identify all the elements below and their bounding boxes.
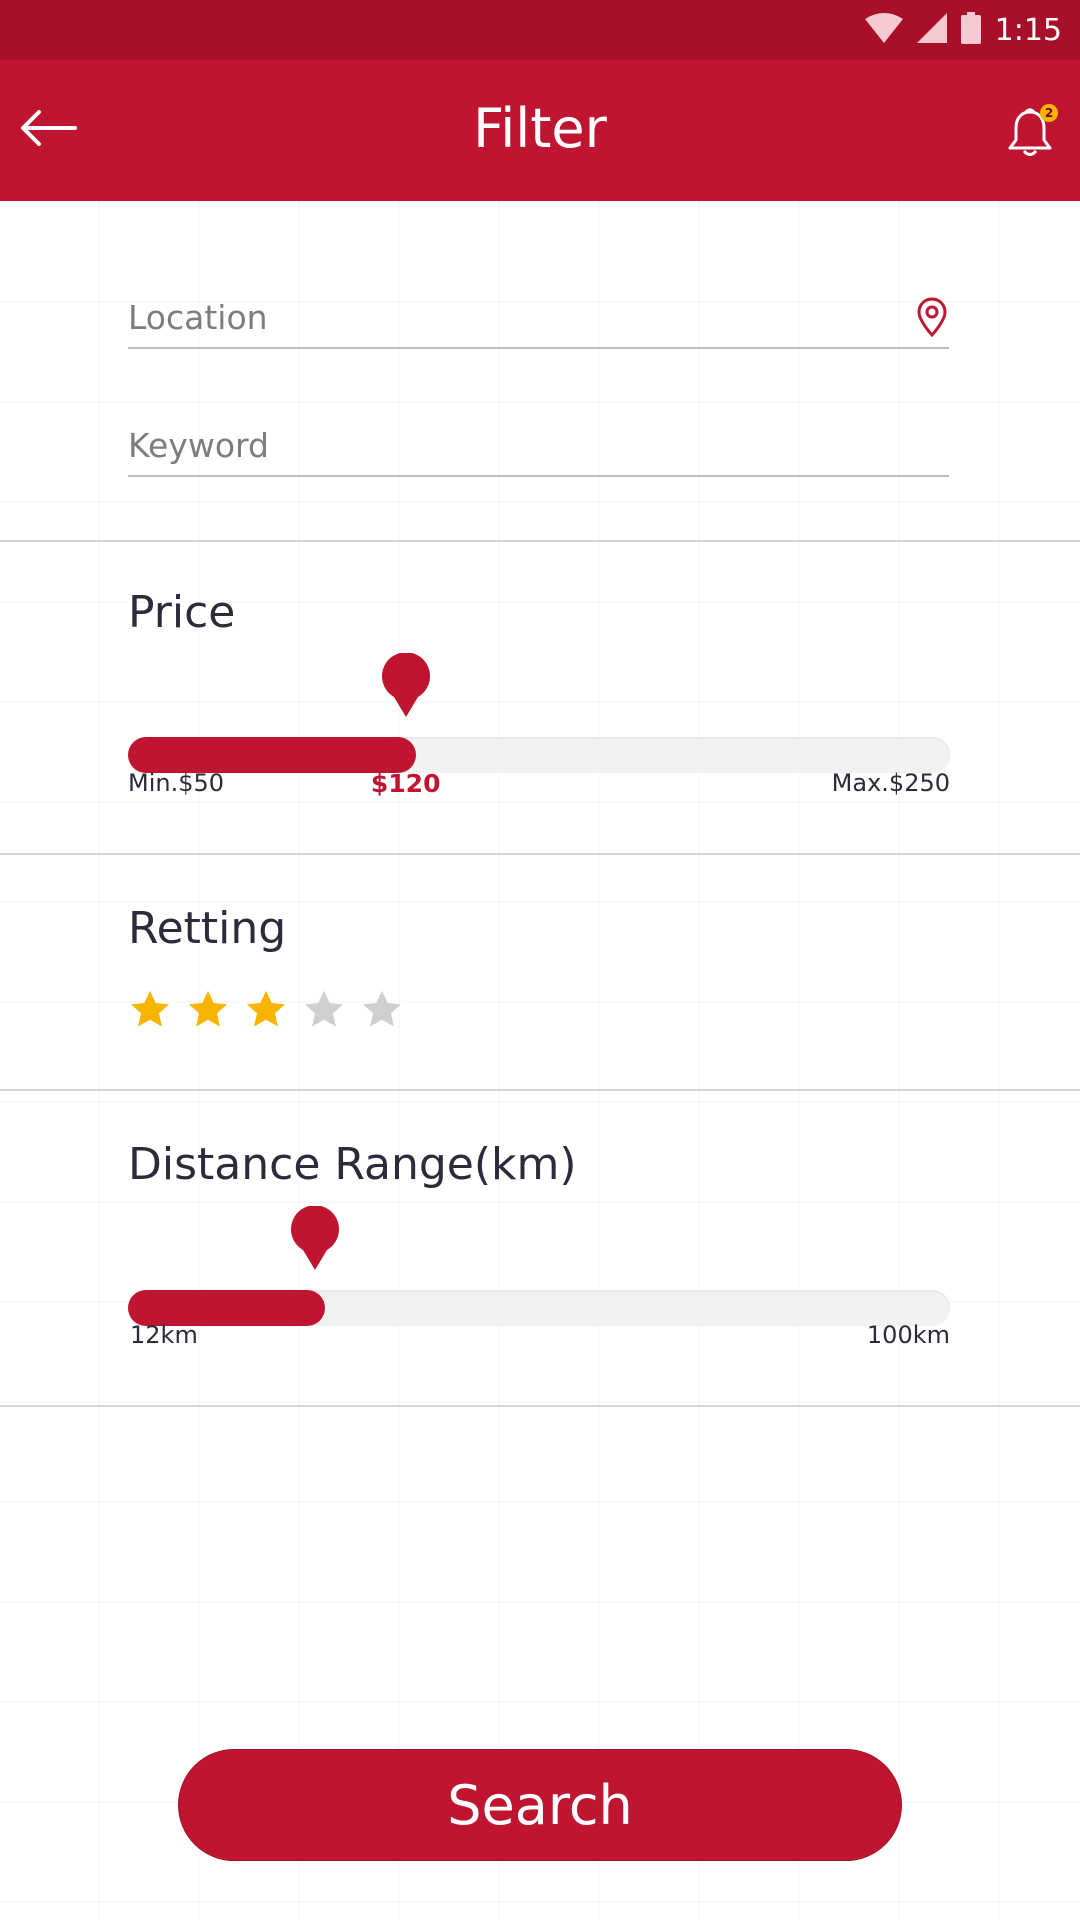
price-min-label: Min.$50 bbox=[128, 769, 225, 797]
price-slider-track[interactable] bbox=[128, 737, 950, 773]
filter-content: Price Min.$50 $120 Max.$250 Retting Dist… bbox=[0, 201, 1080, 1920]
notifications-button[interactable]: 2 bbox=[1006, 102, 1062, 160]
price-slider-fill bbox=[128, 737, 416, 773]
status-icons: 1:15 bbox=[864, 10, 1062, 50]
star-filled-icon[interactable] bbox=[186, 988, 230, 1032]
price-title: Price bbox=[128, 587, 236, 638]
divider bbox=[0, 540, 1080, 542]
distance-slider-track[interactable] bbox=[128, 1290, 950, 1326]
notification-badge: 2 bbox=[1040, 104, 1058, 122]
status-bar: 1:15 bbox=[0, 0, 1080, 60]
star-empty-icon[interactable] bbox=[360, 988, 404, 1032]
keyword-field bbox=[128, 415, 949, 477]
signal-icon bbox=[916, 13, 947, 47]
star-filled-icon[interactable] bbox=[244, 988, 288, 1032]
status-time: 1:15 bbox=[994, 12, 1062, 48]
distance-slider-thumb[interactable] bbox=[289, 1205, 341, 1270]
price-slider-thumb[interactable] bbox=[380, 652, 432, 717]
distance-min-label: 12km bbox=[130, 1321, 198, 1349]
star-empty-icon[interactable] bbox=[302, 988, 346, 1032]
keyword-input[interactable] bbox=[128, 415, 888, 475]
price-current-value: $120 bbox=[370, 769, 441, 798]
divider bbox=[0, 853, 1080, 855]
divider bbox=[0, 1089, 1080, 1091]
battery-icon bbox=[960, 12, 981, 48]
price-max-label: Max.$250 bbox=[831, 769, 950, 797]
location-input[interactable] bbox=[128, 287, 888, 347]
app-bar: Filter 2 bbox=[0, 60, 1080, 201]
location-field bbox=[128, 287, 949, 349]
wifi-icon bbox=[864, 13, 903, 47]
rating-stars[interactable] bbox=[128, 988, 404, 1032]
star-filled-icon[interactable] bbox=[128, 988, 172, 1032]
price-slider[interactable] bbox=[128, 652, 950, 777]
divider bbox=[0, 1405, 1080, 1407]
search-button[interactable]: Search bbox=[178, 1749, 902, 1861]
rating-title: Retting bbox=[128, 903, 287, 954]
page-title: Filter bbox=[473, 97, 607, 160]
filter-screen: 1:15 Filter 2 Location Keyword Price Min… bbox=[0, 0, 1080, 1920]
distance-slider[interactable] bbox=[128, 1205, 950, 1330]
distance-max-label: 100km bbox=[866, 1321, 950, 1349]
distance-title: Distance Range(km) bbox=[128, 1139, 577, 1190]
location-pin-icon[interactable] bbox=[915, 297, 949, 338]
